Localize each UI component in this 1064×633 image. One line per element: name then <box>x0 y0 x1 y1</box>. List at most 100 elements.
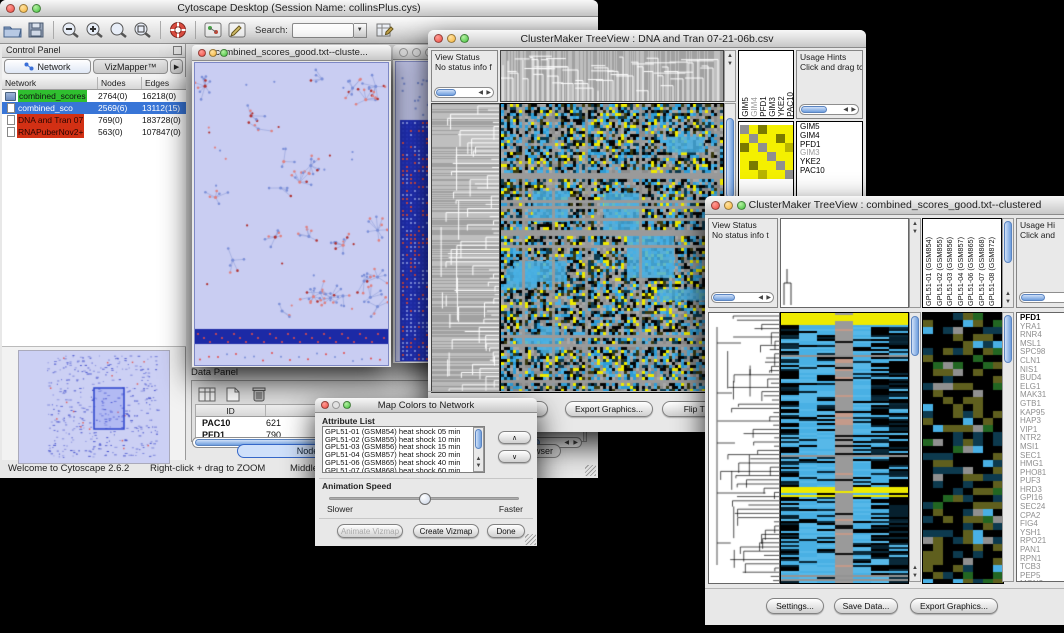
close-button[interactable] <box>399 48 408 57</box>
zoom-out-icon[interactable] <box>59 19 83 41</box>
matrix-cell[interactable] <box>767 170 776 179</box>
resize-grip[interactable] <box>585 465 596 476</box>
tv2-column-label[interactable]: GPL51-04 (GSM857) <box>956 237 967 306</box>
matrix-cell[interactable] <box>758 125 767 134</box>
scroll-right-icon[interactable]: ▶ <box>766 293 771 303</box>
matrix-cell[interactable] <box>767 134 776 143</box>
select-attributes-icon[interactable] <box>195 383 219 405</box>
animation-speed-slider[interactable] <box>329 497 519 500</box>
matrix-cell[interactable] <box>749 152 758 161</box>
tv2-detail-vscrollbar[interactable] <box>1002 312 1014 582</box>
tv1-summary-matrix[interactable] <box>740 125 794 179</box>
tv2-column-label[interactable]: GPL51-01 (GSM854) <box>924 237 935 306</box>
done-button[interactable]: Done <box>487 524 525 538</box>
help-lifering-icon[interactable] <box>166 19 190 41</box>
slider-thumb[interactable] <box>419 493 431 505</box>
zoom-in-icon[interactable] <box>83 19 107 41</box>
matrix-cell[interactable] <box>785 143 794 152</box>
matrix-cell[interactable] <box>740 143 749 152</box>
tv2-column-labels[interactable]: GPL51-01 (GSM854)GPL51-02 (GSM855)GPL51-… <box>922 218 1002 308</box>
scroll-down-icon[interactable]: ▼ <box>725 61 735 68</box>
tv1-column-label[interactable]: PAC10 <box>786 92 794 117</box>
scroll-left-icon[interactable]: ◀ <box>564 438 569 448</box>
tv2-column-label[interactable]: GPL51-03 (GSM856) <box>945 237 956 306</box>
scroll-up-icon[interactable]: ▲ <box>910 221 920 228</box>
network-import-icon[interactable] <box>201 19 225 41</box>
tv2-column-label[interactable]: GPL51-08 (GSM872) <box>987 237 998 306</box>
tv2-column-label[interactable]: GPL51-06 (GSM865) <box>966 237 977 306</box>
treeview1-titlebar[interactable]: ClusterMaker TreeView : DNA and Tran 07-… <box>428 30 866 48</box>
scroll-down-icon[interactable]: ▼ <box>910 229 920 236</box>
zoom-button[interactable] <box>32 4 41 13</box>
tv2-usage-hscrollbar[interactable] <box>1019 292 1064 303</box>
matrix-cell[interactable] <box>749 170 758 179</box>
scroll-down-icon[interactable]: ▼ <box>910 573 920 580</box>
matrix-cell[interactable] <box>767 152 776 161</box>
tv1-gene-label[interactable]: PAC10 <box>800 167 862 176</box>
close-button[interactable] <box>711 201 720 210</box>
tv1-status-hscrollbar[interactable]: ◀ ▶ <box>434 87 494 98</box>
matrix-cell[interactable] <box>767 143 776 152</box>
save-icon[interactable] <box>24 19 48 41</box>
search-input[interactable] <box>292 23 354 38</box>
tv1-column-label[interactable]: YKE2 <box>777 92 786 117</box>
tv2-top-scroll-strip[interactable]: ▲ ▼ <box>909 218 921 308</box>
move-down-button[interactable]: ∨ <box>498 450 531 463</box>
tv1-usage-hscrollbar[interactable]: ◀ ▶ <box>799 104 859 115</box>
matrix-cell[interactable] <box>740 125 749 134</box>
matrix-cell[interactable] <box>776 170 785 179</box>
new-attribute-icon[interactable] <box>221 383 245 405</box>
create-vizmap-button[interactable]: Create Vizmap <box>413 524 479 538</box>
network-row[interactable]: DNA and Tran 07769(0)183728(0) <box>2 114 186 126</box>
matrix-cell[interactable] <box>785 152 794 161</box>
settings-button[interactable]: Settings... <box>766 598 824 614</box>
export-graphics-button[interactable]: Export Graphics... <box>910 598 998 614</box>
tv1-column-dendrogram[interactable] <box>500 50 724 102</box>
scroll-down-icon[interactable]: ▼ <box>1003 299 1013 306</box>
scroll-up-icon[interactable]: ▲ <box>474 456 483 463</box>
attribute-list-item[interactable]: GPL51-07 (GSM868) heat shock 60 min <box>325 467 482 473</box>
scroll-right-icon[interactable]: ▶ <box>573 438 578 448</box>
matrix-cell[interactable] <box>767 125 776 134</box>
matrix-cell[interactable] <box>785 125 794 134</box>
tv2-column-label[interactable]: GPL51-07 (GSM868) <box>977 237 988 306</box>
matrix-cell[interactable] <box>767 161 776 170</box>
export-graphics-button[interactable]: Export Graphics... <box>565 401 653 417</box>
matrix-cell[interactable] <box>785 134 794 143</box>
scroll-up-icon[interactable]: ▲ <box>1003 291 1013 298</box>
network-row[interactable]: RNAPuberNov2+563(0)107847(0) <box>2 126 186 138</box>
close-button[interactable] <box>434 34 443 43</box>
attribute-list[interactable]: GPL51-01 (GSM854) heat shock 05 minGPL51… <box>322 426 485 473</box>
animate-vizmap-button[interactable]: Animate Vizmap <box>337 524 403 538</box>
matrix-cell[interactable] <box>758 143 767 152</box>
main-titlebar[interactable]: Cytoscape Desktop (Session Name: collins… <box>0 0 598 17</box>
matrix-cell[interactable] <box>758 152 767 161</box>
tv1-top-scroll-strip[interactable]: ▲ ▼ <box>724 50 736 102</box>
table-edit-icon[interactable] <box>373 19 397 41</box>
tv2-gene-labels-panel[interactable]: PFD1YRA1RNR4MSL1SPC98CLN1NIS1BUD4ELG1MAK… <box>1016 312 1064 582</box>
resize-grip[interactable] <box>525 534 536 545</box>
zoom-button[interactable] <box>220 49 228 57</box>
minimize-button[interactable] <box>332 401 340 409</box>
matrix-cell[interactable] <box>776 143 785 152</box>
matrix-cell[interactable] <box>776 161 785 170</box>
matrix-cell[interactable] <box>740 161 749 170</box>
tv1-column-label[interactable]: GIM5 <box>741 92 750 117</box>
tv1-row-dendrogram[interactable] <box>431 103 500 393</box>
search-dropdown-button[interactable]: ▼ <box>354 23 367 38</box>
scroll-down-icon[interactable]: ▼ <box>474 463 483 470</box>
zoom-button[interactable] <box>343 401 351 409</box>
tv1-column-label[interactable]: PFD1 <box>759 92 768 117</box>
tv2-column-label[interactable]: GPL51-02 (GSM855) <box>935 237 946 306</box>
network-overview-thumbnail[interactable] <box>18 350 170 464</box>
scroll-right-icon[interactable]: ▶ <box>851 105 856 115</box>
tab-overflow[interactable]: ▶ <box>170 59 183 74</box>
network-row[interactable]: combined_scores2764(0)16218(0) <box>2 90 186 102</box>
tv1-column-labels[interactable]: GIM5GIM4PFD1GIM3YKE2PAC10 <box>738 50 794 119</box>
tab-network[interactable]: Network <box>4 59 91 74</box>
matrix-cell[interactable] <box>740 152 749 161</box>
float-panel-icon[interactable] <box>173 46 182 55</box>
tv2-row-dendrogram[interactable] <box>708 312 780 584</box>
treeview2-titlebar[interactable]: ClusterMaker TreeView : combined_scores_… <box>705 196 1064 215</box>
matrix-cell[interactable] <box>740 134 749 143</box>
